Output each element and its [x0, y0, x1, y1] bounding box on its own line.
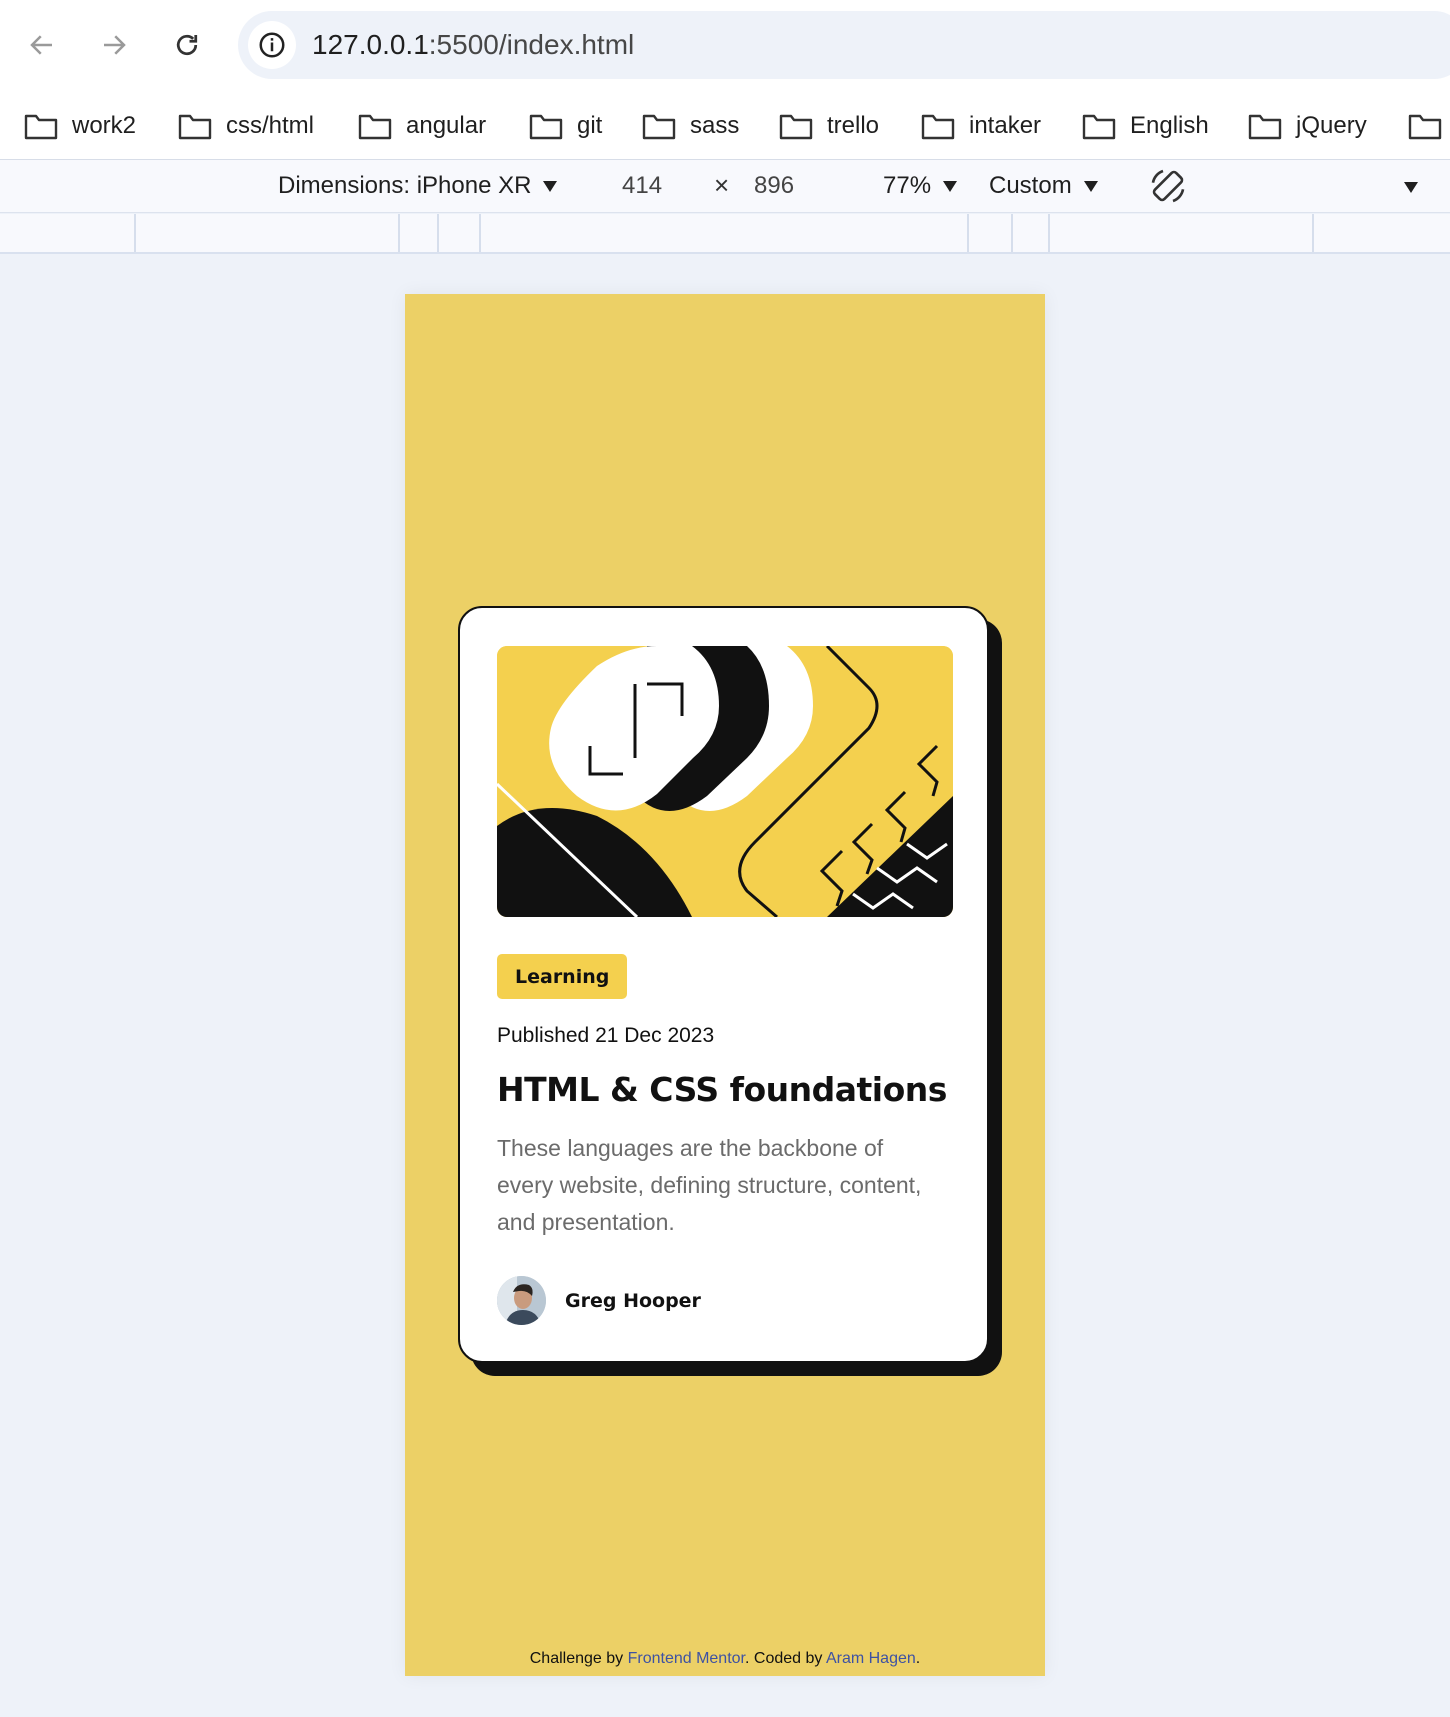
zoom-label: 77%	[883, 172, 932, 199]
author-link[interactable]: Aram Hagen	[826, 1650, 916, 1667]
folder-icon	[1082, 114, 1116, 140]
arrow-left-icon	[30, 35, 52, 55]
device-toolbar: Dimensions: iPhone XR 414 × 896 77% Cust…	[0, 160, 1450, 213]
url-text[interactable]: 127.0.0.1:5500/index.html	[312, 29, 634, 61]
rotate-icon[interactable]	[1148, 166, 1188, 206]
author-block: Greg Hooper	[497, 1276, 701, 1325]
media-query-ruler[interactable]	[0, 214, 1450, 254]
address-bar[interactable]: 127.0.0.1:5500/index.html	[238, 11, 1450, 79]
device-select[interactable]: Dimensions: iPhone XR	[278, 172, 558, 200]
frontend-mentor-link[interactable]: Frontend Mentor	[628, 1650, 745, 1667]
attribution-suffix: .	[915, 1650, 921, 1667]
folder-icon	[642, 114, 676, 140]
bookmark-label: English	[1130, 112, 1209, 139]
publish-date: Published 21 Dec 2023	[497, 1024, 715, 1047]
bookmark-label: css/html	[226, 112, 315, 139]
emulated-viewport: Learning Published 21 Dec 2023 HTML & CS…	[405, 294, 1045, 1676]
throttle-select[interactable]: Custom	[989, 172, 1098, 200]
throttle-label: Custom	[989, 172, 1072, 199]
avatar-image	[497, 1276, 546, 1325]
bookmark-angular[interactable]: angular	[358, 108, 486, 144]
bookmark-label: jQuery	[1296, 112, 1367, 139]
abstract-illustration-image	[497, 646, 953, 917]
folder-icon	[921, 114, 955, 140]
browser-toolbar: 127.0.0.1:5500/index.html	[0, 0, 1450, 90]
reload-button[interactable]	[166, 24, 208, 66]
zoom-select[interactable]: 77%	[883, 172, 958, 200]
info-icon	[259, 32, 285, 58]
folder-icon	[779, 114, 813, 140]
attribution-prefix: Challenge by	[529, 1650, 628, 1667]
bookmark-intaker[interactable]: intaker	[921, 108, 1041, 144]
bookmark-more[interactable]	[1408, 108, 1450, 144]
folder-icon	[1408, 114, 1442, 140]
folder-icon	[529, 114, 563, 140]
category-badge: Learning	[497, 954, 628, 999]
author-name: Greg Hooper	[565, 1289, 701, 1312]
folder-icon	[178, 114, 212, 140]
width-input[interactable]: 414	[622, 172, 662, 200]
attribution-middle: . Coded by	[745, 1650, 826, 1667]
article-description: These languages are the backbone of ever…	[497, 1135, 922, 1235]
bookmarks-bar: work2 css/html angular git sass trello i…	[0, 90, 1450, 160]
bookmark-work2[interactable]: work2	[24, 108, 136, 144]
times-label: ×	[714, 170, 730, 200]
bookmark-label: intaker	[969, 112, 1042, 139]
height-input[interactable]: 896	[754, 172, 794, 200]
blog-preview-card: Learning Published 21 Dec 2023 HTML & CS…	[458, 606, 989, 1363]
avatar	[497, 1276, 546, 1325]
bookmark-jquery[interactable]: jQuery	[1248, 108, 1367, 144]
more-options-icon[interactable]	[1404, 182, 1418, 193]
bookmark-git[interactable]: git	[529, 108, 602, 144]
site-info-button[interactable]	[248, 21, 296, 69]
attribution-footer: Challenge by Frontend Mentor. Coded by A…	[405, 1650, 1045, 1668]
bookmark-sass[interactable]: sass	[642, 108, 739, 144]
chevron-down-icon	[1083, 180, 1098, 192]
bookmark-css-html[interactable]: css/html	[178, 108, 314, 144]
bookmark-label: git	[577, 112, 603, 139]
arrow-right-icon	[104, 35, 126, 55]
chevron-down-icon	[943, 180, 958, 192]
article-title[interactable]: HTML & CSS foundations	[497, 1070, 947, 1109]
bookmark-label: trello	[827, 112, 880, 139]
bookmark-trello[interactable]: trello	[779, 108, 879, 144]
chevron-down-icon	[543, 180, 558, 192]
bookmark-english[interactable]: English	[1082, 108, 1209, 144]
folder-icon	[358, 114, 392, 140]
bookmark-label: work2	[72, 112, 137, 139]
article-illustration	[497, 646, 953, 917]
forward-button[interactable]	[93, 24, 135, 66]
back-button[interactable]	[21, 24, 63, 66]
reload-icon	[176, 34, 198, 56]
bookmark-label: sass	[690, 112, 740, 139]
device-label: Dimensions: iPhone XR	[278, 172, 532, 199]
url-host: 127.0.0.1	[312, 29, 429, 60]
folder-icon	[24, 114, 58, 140]
folder-icon	[1248, 114, 1282, 140]
url-path: :5500/index.html	[428, 29, 635, 60]
bookmark-label: angular	[406, 112, 487, 139]
